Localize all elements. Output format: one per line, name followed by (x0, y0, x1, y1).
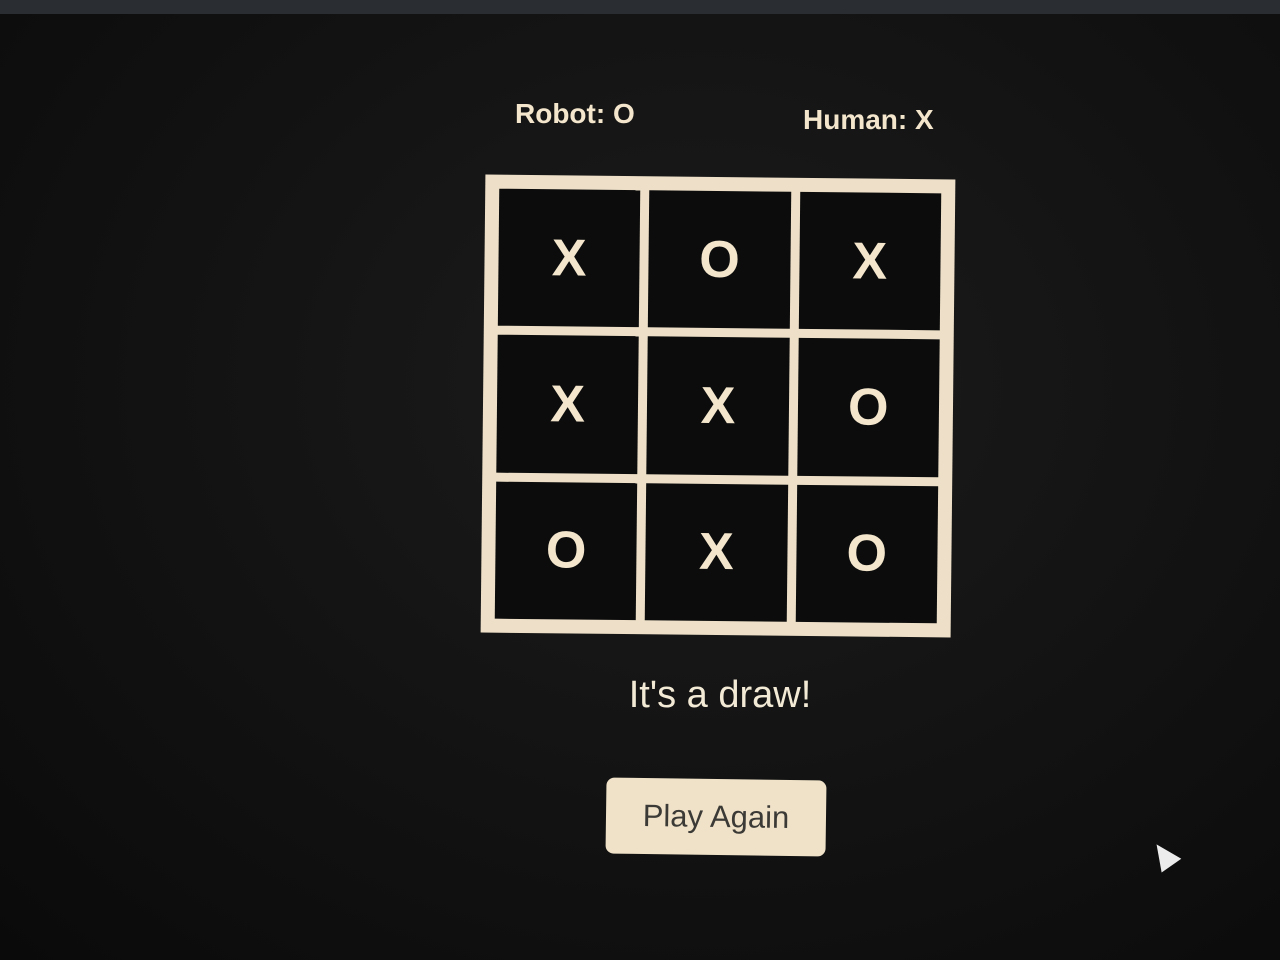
board-cell-2[interactable]: O (648, 190, 791, 330)
board-cell-1[interactable]: X (497, 188, 641, 328)
players-header: Robot: O Human: X (515, 98, 940, 138)
board-cell-9[interactable]: O (795, 484, 939, 624)
board-cell-6[interactable]: O (796, 338, 940, 477)
board-cell-8[interactable]: X (645, 482, 788, 622)
window-top-bar (0, 0, 1280, 14)
board-cell-4[interactable]: X (496, 335, 640, 474)
game-status-message: It's a draw! (628, 674, 812, 716)
board-cell-5[interactable]: X (646, 336, 790, 476)
mouse-cursor-icon (1146, 837, 1182, 873)
board-cell-3[interactable]: X (798, 191, 942, 331)
human-label: Human: X (803, 104, 934, 135)
game-screen: Robot: O Human: X X O X X X O O X O It's… (0, 0, 1280, 960)
play-again-button[interactable]: Play Again (605, 777, 827, 857)
robot-label: Robot: O (515, 98, 635, 129)
board-cell-7[interactable]: O (494, 481, 638, 621)
game-board: X O X X X O O X O (480, 174, 956, 638)
